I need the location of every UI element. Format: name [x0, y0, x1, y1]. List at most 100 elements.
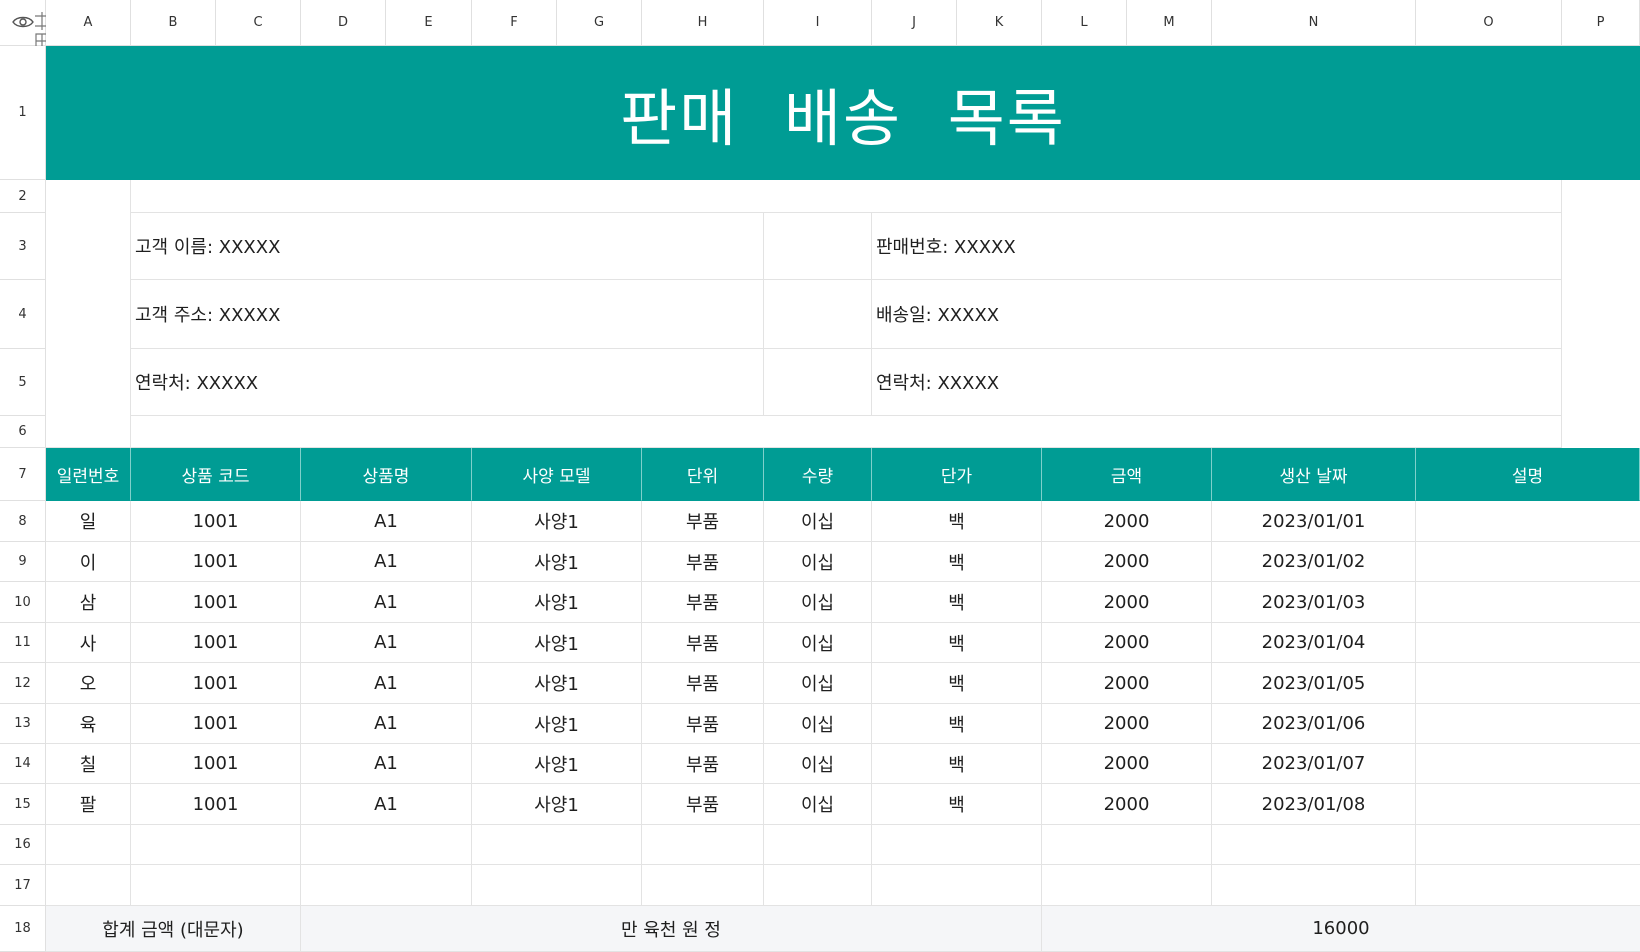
table-cell[interactable]: 2000 [1042, 501, 1212, 542]
table-cell[interactable]: 육 [46, 704, 131, 744]
table-header-cell[interactable]: 수량 [764, 448, 872, 501]
table-cell[interactable] [1416, 865, 1640, 906]
table-header-cell[interactable]: 상품 코드 [131, 448, 301, 501]
table-cell[interactable]: 이십 [764, 623, 872, 663]
table-cell[interactable]: 팔 [46, 784, 131, 825]
table-cell[interactable]: 백 [872, 501, 1042, 542]
total-amount-words[interactable]: 만 육천 원 정 [301, 906, 1042, 952]
row-header[interactable]: 6 [0, 416, 46, 448]
table-cell[interactable]: 백 [872, 542, 1042, 582]
table-cell[interactable] [46, 825, 131, 865]
cell-p2-p6[interactable] [1562, 180, 1640, 448]
table-cell[interactable] [872, 825, 1042, 865]
table-cell[interactable] [472, 825, 642, 865]
table-cell[interactable]: 백 [872, 582, 1042, 623]
table-cell[interactable]: 1001 [131, 582, 301, 623]
row-header[interactable]: 14 [0, 744, 46, 784]
table-cell[interactable]: 백 [872, 704, 1042, 744]
column-header[interactable]: D [301, 0, 386, 46]
cell-b2-o2[interactable] [131, 180, 1562, 213]
table-cell[interactable]: A1 [301, 663, 472, 704]
table-cell[interactable]: 이십 [764, 663, 872, 704]
table-cell[interactable]: 1001 [131, 784, 301, 825]
table-cell[interactable]: 이십 [764, 582, 872, 623]
table-header-cell[interactable]: 설명 [1416, 448, 1640, 501]
table-cell[interactable]: 오 [46, 663, 131, 704]
info-label-right[interactable]: 판매번호: XXXXX [872, 213, 1562, 280]
row-header[interactable]: 4 [0, 280, 46, 349]
table-cell[interactable]: 2023/01/01 [1212, 501, 1416, 542]
column-header[interactable]: K [957, 0, 1042, 46]
cell-a2-a6[interactable] [46, 180, 131, 448]
table-cell[interactable]: 백 [872, 744, 1042, 784]
table-cell[interactable]: 2000 [1042, 582, 1212, 623]
column-header[interactable]: P [1562, 0, 1640, 46]
table-cell[interactable]: 사양1 [472, 784, 642, 825]
table-cell[interactable] [642, 865, 764, 906]
table-cell[interactable]: 삼 [46, 582, 131, 623]
info-label-right[interactable]: 연락처: XXXXX [872, 349, 1562, 416]
spreadsheet[interactable]: ABCDEFGHIJKLMNOP 1 2 3 4 5 6 7 8 9 10 11 12 13 14 15 16… [0, 0, 1640, 952]
table-cell[interactable]: 사양1 [472, 704, 642, 744]
row-header[interactable]: 10 [0, 582, 46, 623]
table-cell[interactable]: 사양1 [472, 542, 642, 582]
table-cell[interactable]: 사양1 [472, 501, 642, 542]
table-cell[interactable]: 2000 [1042, 704, 1212, 744]
table-cell[interactable] [1042, 825, 1212, 865]
info-label-left[interactable]: 고객 주소: XXXXX [131, 280, 764, 349]
table-cell[interactable]: 사양1 [472, 582, 642, 623]
column-header[interactable]: E [386, 0, 472, 46]
column-header[interactable]: O [1416, 0, 1562, 46]
table-cell[interactable]: 2023/01/03 [1212, 582, 1416, 623]
table-cell[interactable]: 2023/01/07 [1212, 744, 1416, 784]
table-header-cell[interactable]: 일련번호 [46, 448, 131, 501]
info-spacer[interactable] [764, 213, 872, 280]
table-cell[interactable]: 2000 [1042, 663, 1212, 704]
table-header-cell[interactable]: 사양 모델 [472, 448, 642, 501]
info-label-left[interactable]: 고객 이름: XXXXX [131, 213, 764, 280]
table-cell[interactable]: 1001 [131, 744, 301, 784]
table-cell[interactable] [131, 865, 301, 906]
table-cell[interactable] [642, 825, 764, 865]
row-header[interactable]: 3 [0, 213, 46, 280]
table-cell[interactable]: 이십 [764, 542, 872, 582]
table-cell[interactable]: 1001 [131, 542, 301, 582]
table-cell[interactable]: 2023/01/04 [1212, 623, 1416, 663]
table-cell[interactable] [1416, 542, 1640, 582]
table-cell[interactable]: 이십 [764, 744, 872, 784]
table-cell[interactable]: 2023/01/02 [1212, 542, 1416, 582]
row-header[interactable]: 8 [0, 501, 46, 542]
column-header[interactable]: G [557, 0, 642, 46]
table-cell[interactable]: A1 [301, 744, 472, 784]
row-header[interactable]: 5 [0, 349, 46, 416]
row-header[interactable]: 12 [0, 663, 46, 704]
table-cell[interactable]: 사 [46, 623, 131, 663]
info-label-left[interactable]: 연락처: XXXXX [131, 349, 764, 416]
table-cell[interactable]: A1 [301, 704, 472, 744]
table-cell[interactable]: 이십 [764, 704, 872, 744]
table-cell[interactable]: 부품 [642, 784, 764, 825]
table-cell[interactable]: 일 [46, 501, 131, 542]
column-header[interactable]: J [872, 0, 957, 46]
table-cell[interactable]: 칠 [46, 744, 131, 784]
table-cell[interactable] [1212, 865, 1416, 906]
table-header-cell[interactable]: 상품명 [301, 448, 472, 501]
row-header[interactable]: 16 [0, 825, 46, 865]
table-cell[interactable]: 백 [872, 663, 1042, 704]
table-cell[interactable]: 사양1 [472, 663, 642, 704]
table-cell[interactable]: A1 [301, 582, 472, 623]
table-cell[interactable]: 1001 [131, 623, 301, 663]
info-spacer[interactable] [764, 280, 872, 349]
table-cell[interactable]: A1 [301, 623, 472, 663]
table-cell[interactable] [1416, 582, 1640, 623]
cell-b6-o6[interactable] [131, 416, 1562, 448]
table-cell[interactable] [764, 865, 872, 906]
table-cell[interactable] [301, 865, 472, 906]
column-header[interactable]: B [131, 0, 216, 46]
sheet-title[interactable]: 판매 배송 목록 [46, 46, 1640, 180]
table-cell[interactable] [1416, 744, 1640, 784]
table-cell[interactable]: 2023/01/08 [1212, 784, 1416, 825]
table-cell[interactable]: 부품 [642, 744, 764, 784]
table-cell[interactable]: 사양1 [472, 744, 642, 784]
table-cell[interactable] [1416, 825, 1640, 865]
